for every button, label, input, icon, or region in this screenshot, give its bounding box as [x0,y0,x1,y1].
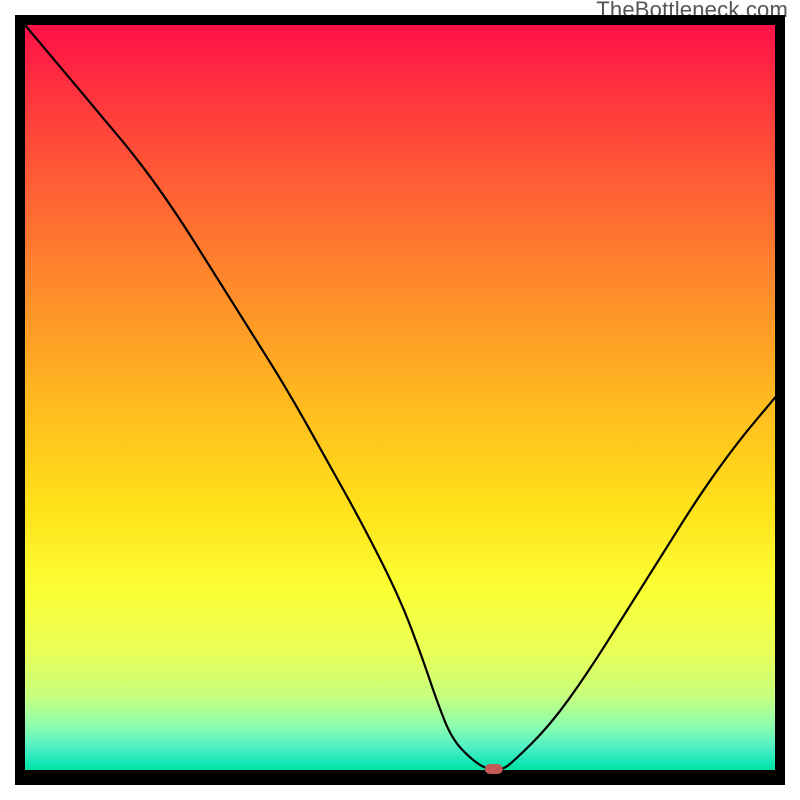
bottleneck-curve [25,25,775,770]
optimal-marker [485,764,503,774]
curve-layer [25,25,775,770]
plot-frame [15,15,785,785]
bottleneck-chart: TheBottleneck.com [0,0,800,800]
